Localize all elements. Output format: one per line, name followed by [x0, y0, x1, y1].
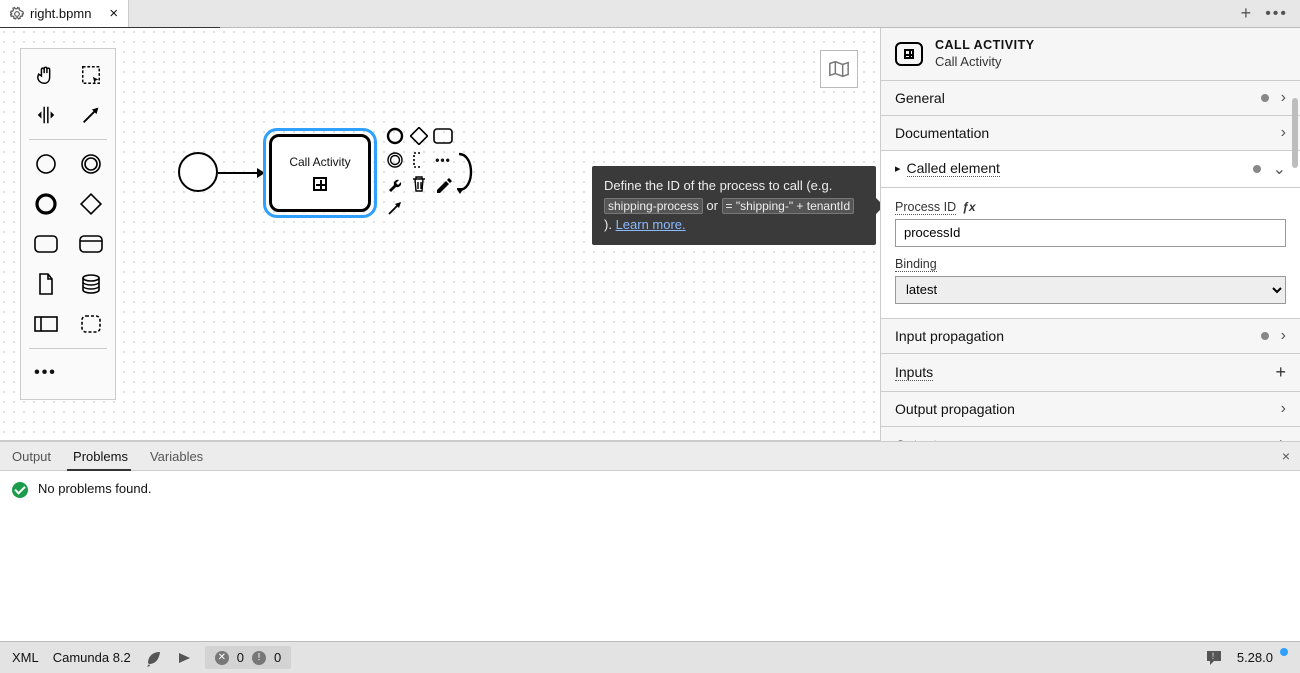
subprocess-marker-icon: [313, 177, 327, 191]
connect-tool-icon[interactable]: [68, 95, 113, 135]
call-activity-label: Call Activity: [289, 155, 350, 169]
pad-gateway-icon[interactable]: [409, 126, 429, 146]
add-input-icon[interactable]: +: [1275, 362, 1286, 383]
tooltip: Define the ID of the process to call (e.…: [592, 166, 876, 245]
section-general[interactable]: General ›: [881, 81, 1300, 116]
tab-variables[interactable]: Variables: [148, 449, 205, 464]
version-label[interactable]: 5.28.0: [1237, 650, 1288, 665]
space-tool-icon[interactable]: [23, 95, 68, 135]
configured-dot-icon: [1261, 94, 1269, 102]
caret-right-icon: ▸: [895, 162, 901, 175]
props-type-label: CALL ACTIVITY: [935, 38, 1035, 54]
gear-icon: [10, 7, 24, 21]
tab-output[interactable]: Output: [10, 449, 53, 464]
xml-toggle[interactable]: XML: [12, 650, 39, 665]
tooltip-code: = "shipping-" + tenantId: [722, 198, 855, 214]
pad-connect-curve-icon[interactable]: [457, 150, 477, 194]
svg-text:!: !: [1212, 651, 1215, 661]
start-event-icon[interactable]: [23, 144, 68, 184]
process-id-input[interactable]: [895, 219, 1286, 247]
called-element-body: Process ID ƒx Binding latest: [881, 188, 1300, 319]
chevron-down-icon: ⌄: [1273, 159, 1286, 179]
pad-intermediate-event-icon[interactable]: [385, 150, 405, 170]
pool-icon[interactable]: [23, 304, 68, 344]
pad-connect-arrow-icon[interactable]: [385, 198, 405, 218]
tab-filename: right.bpmn: [30, 6, 91, 21]
engine-label[interactable]: Camunda 8.2: [53, 650, 131, 665]
pad-annotation-icon[interactable]: [409, 150, 429, 170]
sequence-flow[interactable]: [218, 172, 264, 174]
call-activity-type-icon: [895, 42, 923, 66]
binding-label: Binding: [895, 257, 937, 272]
chevron-right-icon: ›: [1281, 124, 1286, 142]
warning-badge-icon: !: [252, 651, 266, 665]
tooltip-learn-more-link[interactable]: Learn more.: [616, 217, 686, 232]
chevron-right-icon: ›: [1281, 327, 1286, 345]
section-called-element[interactable]: ▸Called element ⌄: [881, 151, 1300, 188]
file-tab[interactable]: right.bpmn ×: [0, 0, 129, 28]
run-icon[interactable]: [177, 651, 191, 665]
lasso-tool-icon[interactable]: [68, 55, 113, 95]
props-element-name: Call Activity: [935, 54, 1035, 70]
context-pad: •••: [385, 126, 477, 218]
tooltip-code: shipping-process: [604, 198, 703, 214]
group-icon[interactable]: [68, 304, 113, 344]
error-badge-icon: ✕: [215, 651, 229, 665]
problems-message: No problems found.: [38, 481, 151, 496]
intermediate-event-icon[interactable]: [68, 144, 113, 184]
pad-task-icon[interactable]: [433, 126, 453, 146]
success-check-icon: [12, 482, 28, 498]
bottom-panel-tabs: Output Problems Variables ×: [0, 441, 1300, 471]
canvas[interactable]: ••• Call Activity: [0, 28, 880, 441]
feedback-icon[interactable]: !: [1205, 649, 1223, 667]
issue-counters[interactable]: ✕0 !0: [205, 646, 291, 669]
pad-end-event-icon[interactable]: [385, 126, 405, 146]
section-inputs[interactable]: Inputs +: [881, 354, 1300, 392]
end-event-icon[interactable]: [23, 184, 68, 224]
gateway-icon[interactable]: [68, 184, 113, 224]
more-tools-icon[interactable]: •••: [23, 353, 68, 393]
task-icon[interactable]: [23, 224, 68, 264]
data-object-icon[interactable]: [23, 264, 68, 304]
data-store-icon[interactable]: [68, 264, 113, 304]
problems-body: No problems found.: [0, 471, 1300, 641]
section-input-propagation[interactable]: Input propagation ›: [881, 319, 1300, 354]
new-tab-icon[interactable]: +: [1241, 3, 1252, 24]
section-output-propagation[interactable]: Output propagation ›: [881, 392, 1300, 427]
process-id-label: Process ID: [895, 200, 956, 215]
scrollbar[interactable]: [1292, 98, 1298, 168]
chevron-right-icon: ›: [1281, 89, 1286, 107]
expanded-subprocess-icon[interactable]: [68, 224, 113, 264]
pad-wrench-icon[interactable]: [385, 174, 405, 194]
chevron-right-icon: ›: [1281, 400, 1286, 418]
fx-icon[interactable]: ƒx: [962, 200, 975, 214]
configured-dot-icon: [1253, 165, 1261, 173]
deploy-icon[interactable]: [145, 649, 163, 667]
tab-problems[interactable]: Problems: [71, 449, 130, 464]
start-event-node[interactable]: [178, 152, 218, 192]
pad-color-icon[interactable]: [433, 174, 453, 194]
tooltip-text: Define the ID of the process to call (e.…: [604, 178, 832, 193]
binding-select[interactable]: latest: [895, 276, 1286, 304]
minimap-toggle[interactable]: [820, 50, 858, 88]
properties-panel: CALL ACTIVITY Call Activity General › Do…: [880, 28, 1300, 441]
status-bar: XML Camunda 8.2 ✕0 !0 ! 5.28.0: [0, 641, 1300, 673]
tool-palette: •••: [20, 48, 116, 400]
update-dot-icon: [1280, 648, 1288, 656]
hand-tool-icon[interactable]: [23, 55, 68, 95]
call-activity-node[interactable]: Call Activity: [263, 128, 377, 218]
pad-more-icon[interactable]: •••: [433, 150, 453, 170]
pad-delete-icon[interactable]: [409, 174, 429, 194]
close-panel-icon[interactable]: ×: [1282, 448, 1290, 464]
props-header: CALL ACTIVITY Call Activity: [881, 28, 1300, 81]
more-icon[interactable]: •••: [1265, 5, 1288, 23]
section-documentation[interactable]: Documentation ›: [881, 116, 1300, 151]
close-tab-icon[interactable]: ×: [109, 6, 118, 21]
configured-dot-icon: [1261, 332, 1269, 340]
